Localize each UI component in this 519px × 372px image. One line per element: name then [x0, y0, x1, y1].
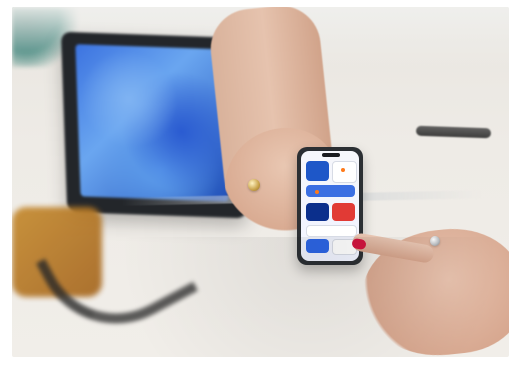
app-tile — [306, 225, 357, 237]
phone-notch — [322, 153, 340, 157]
app-tile — [332, 203, 355, 221]
status-dot — [341, 168, 345, 172]
app-tile — [306, 185, 355, 197]
app-tile — [306, 161, 329, 181]
photo — [12, 7, 509, 357]
table-shadow — [12, 237, 509, 357]
app-tile — [306, 203, 329, 221]
ring-top — [248, 179, 260, 191]
pen — [415, 125, 492, 139]
app-tile — [332, 161, 357, 183]
tablet-screen — [75, 44, 229, 202]
status-dot — [315, 190, 319, 194]
